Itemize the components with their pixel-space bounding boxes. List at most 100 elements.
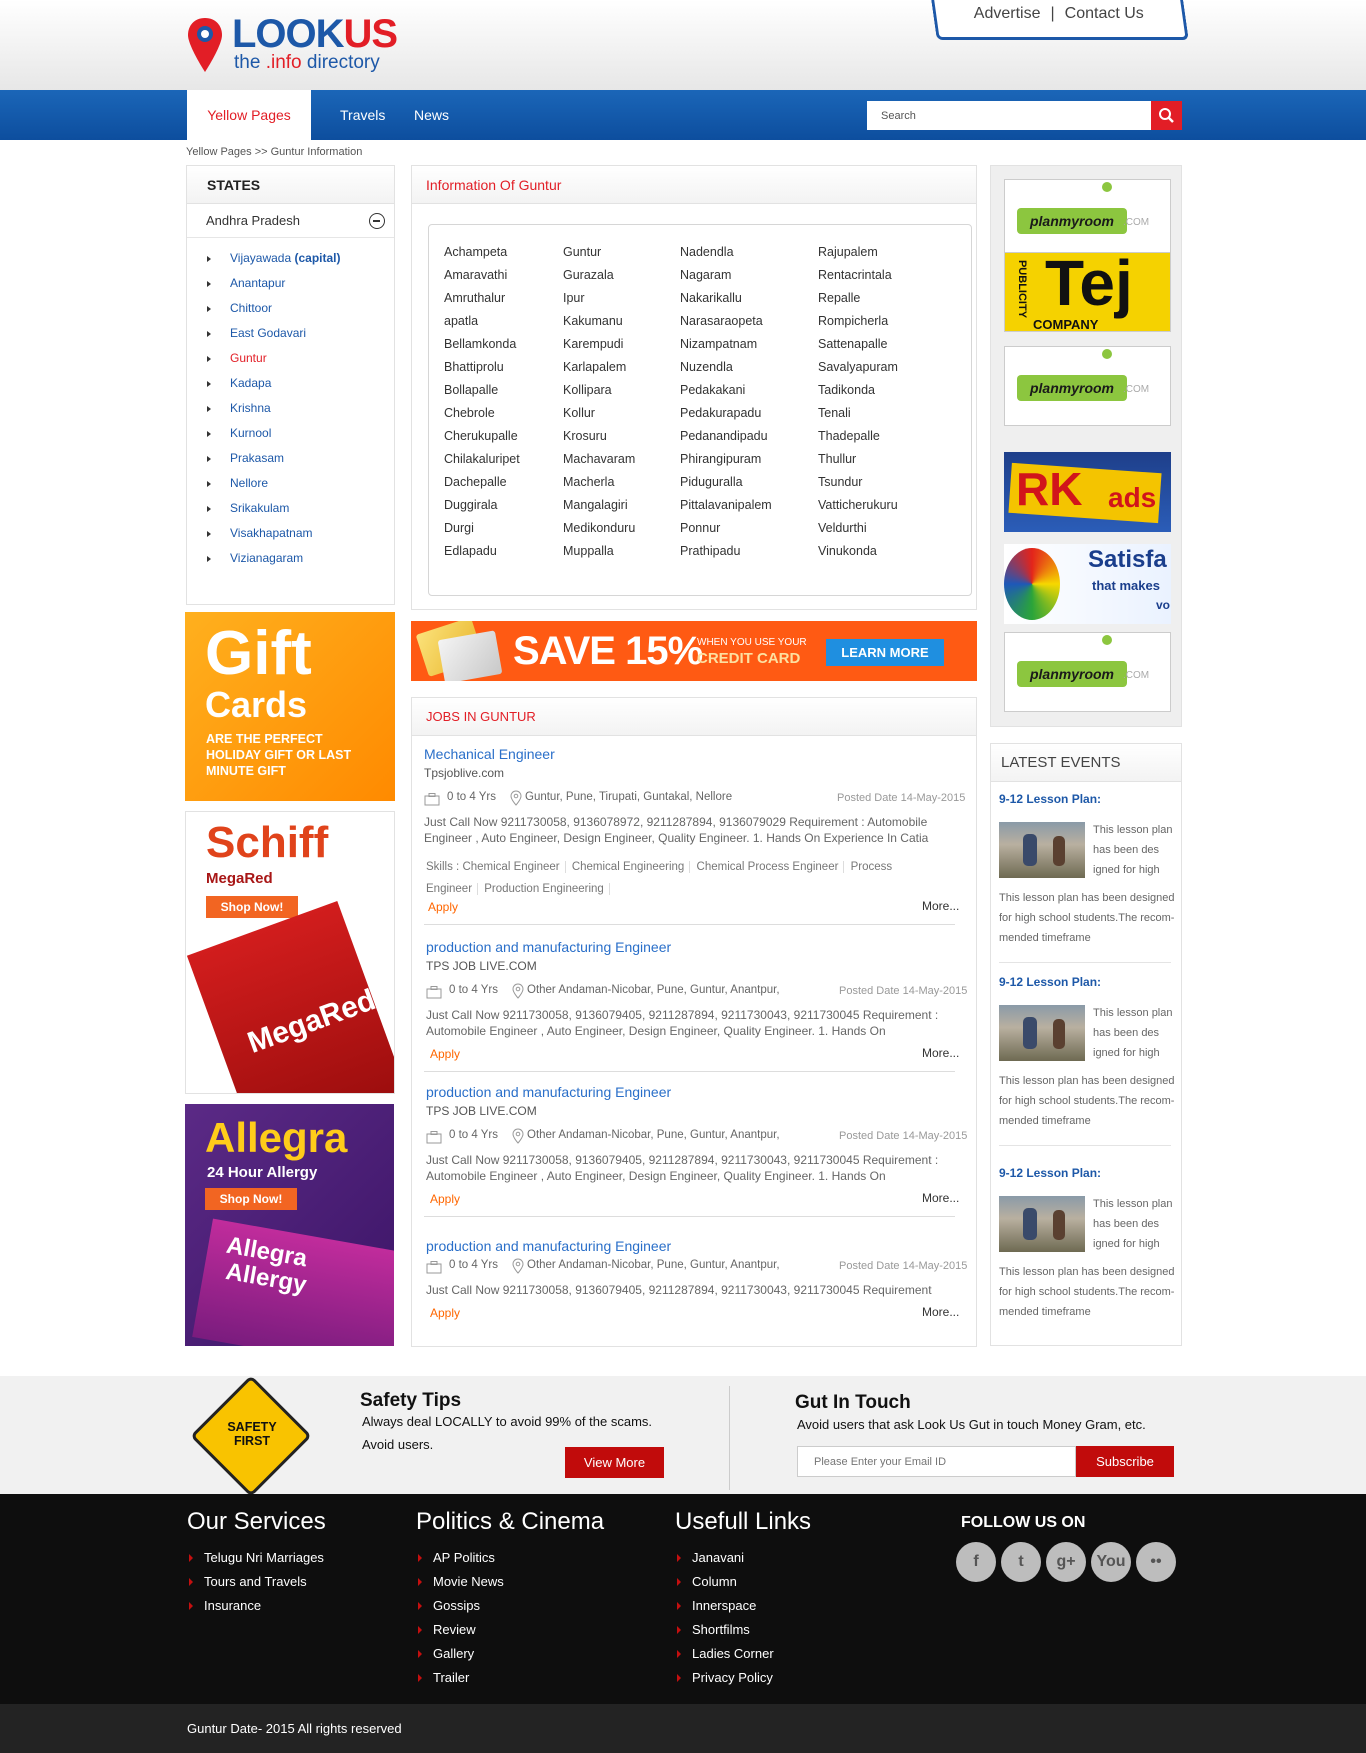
planmyroom-ad-2[interactable]: planmyroom .COM [1004,346,1171,426]
flickr-icon[interactable]: •• [1136,1542,1176,1582]
district-item[interactable]: Srikakulam [187,496,394,521]
district-item[interactable]: Prakasam [187,446,394,471]
locality-item[interactable]: Ipur [563,287,635,310]
locality-item[interactable]: Pedakurapadu [680,402,772,425]
locality-item[interactable]: Bhattiprolu [444,356,520,379]
footer-link[interactable]: Janavani [675,1546,774,1570]
subscribe-button[interactable]: Subscribe [1076,1446,1174,1477]
view-more-button[interactable]: View More [565,1447,664,1478]
district-item[interactable]: Vizianagaram [187,546,394,571]
district-item[interactable]: Chittoor [187,296,394,321]
locality-item[interactable]: Tenali [818,402,898,425]
locality-item[interactable]: Nadendla [680,241,772,264]
locality-item[interactable]: Narasaraopeta [680,310,772,333]
locality-item[interactable]: Cherukupalle [444,425,520,448]
event-title[interactable]: 9-12 Lesson Plan: [999,975,1179,989]
district-item[interactable]: Kadapa [187,371,394,396]
tej-publicity-ad[interactable]: PUBLICITY Tej COMPANY [1004,252,1171,332]
footer-link[interactable]: Shortfilms [675,1618,774,1642]
district-item[interactable]: Visakhapatnam [187,521,394,546]
tab-yellow-pages[interactable]: Yellow Pages [187,90,311,140]
locality-item[interactable]: Medikonduru [563,517,635,540]
schiff-ad[interactable]: Schiff MegaRed Shop Now! MegaRed [185,811,395,1094]
locality-item[interactable]: apatla [444,310,520,333]
district-item[interactable]: Nellore [187,471,394,496]
footer-link[interactable]: Ladies Corner [675,1642,774,1666]
footer-link[interactable]: Tours and Travels [187,1570,324,1594]
locality-item[interactable]: Rompicherla [818,310,898,333]
locality-item[interactable]: Rentacrintala [818,264,898,287]
locality-item[interactable]: Kakumanu [563,310,635,333]
skill-tag[interactable]: Chemical Process Engineer [696,861,845,873]
district-item[interactable]: Guntur [187,346,394,371]
locality-item[interactable]: Pedakakani [680,379,772,402]
more-link[interactable]: More... [922,899,959,913]
footer-link[interactable]: Insurance [187,1594,324,1618]
locality-item[interactable]: Macherla [563,471,635,494]
locality-item[interactable]: Vatticherukuru [818,494,898,517]
gift-cards-ad[interactable]: Gift Cards ARE THE PERFECT HOLIDAY GIFT … [185,612,395,801]
more-link[interactable]: More... [922,1191,959,1205]
event-item[interactable]: 9-12 Lesson Plan: This lesson plan has be… [999,975,1179,1145]
locality-item[interactable]: Durgi [444,517,520,540]
footer-link[interactable]: Innerspace [675,1594,774,1618]
locality-item[interactable]: Bollapalle [444,379,520,402]
skill-tag[interactable]: Chemical Engineer [462,861,566,873]
locality-item[interactable]: Veldurthi [818,517,898,540]
facebook-icon[interactable]: f [956,1542,996,1582]
tab-news[interactable]: News [414,90,449,140]
locality-item[interactable]: Achampeta [444,241,520,264]
locality-item[interactable]: Dachepalle [444,471,520,494]
locality-item[interactable]: Duggirala [444,494,520,517]
locality-item[interactable]: Savalyapuram [818,356,898,379]
planmyroom-ad-3[interactable]: planmyroom .COM [1004,632,1171,712]
rk-ads-ad[interactable]: RK ads [1004,452,1171,532]
collapse-icon[interactable] [369,213,385,229]
state-accordion-header[interactable]: Andhra Pradesh [187,204,394,238]
locality-item[interactable]: Chebrole [444,402,520,425]
event-title[interactable]: 9-12 Lesson Plan: [999,1166,1179,1180]
skill-tag[interactable]: Chemical Engineering [571,861,691,873]
planmyroom-ad[interactable]: planmyroom .COM [1004,179,1171,259]
district-item[interactable]: East Godavari [187,321,394,346]
locality-item[interactable]: Mangalagiri [563,494,635,517]
locality-item[interactable]: Phirangipuram [680,448,772,471]
site-logo[interactable]: LOOKUS the .info directory [186,12,416,76]
locality-item[interactable]: Piduguralla [680,471,772,494]
locality-item[interactable]: Nakarikallu [680,287,772,310]
district-item[interactable]: Anantapur [187,271,394,296]
footer-link[interactable]: Column [675,1570,774,1594]
locality-item[interactable]: Kollipara [563,379,635,402]
locality-item[interactable]: Krosuru [563,425,635,448]
locality-item[interactable]: Amaravathi [444,264,520,287]
contact-us-link[interactable]: Contact Us [1065,5,1144,22]
footer-link[interactable]: Gossips [416,1594,504,1618]
apply-link[interactable]: Apply [430,1047,460,1061]
locality-item[interactable]: Machavaram [563,448,635,471]
apply-link[interactable]: Apply [428,900,458,914]
locality-item[interactable]: Gurazala [563,264,635,287]
locality-item[interactable]: Pittalavanipalem [680,494,772,517]
event-title[interactable]: 9-12 Lesson Plan: [999,792,1179,806]
footer-link[interactable]: Telugu Nri Marriages [187,1546,324,1570]
youtube-icon[interactable]: You [1091,1542,1131,1582]
locality-item[interactable]: Karempudi [563,333,635,356]
schiff-shop-button[interactable]: Shop Now! [206,896,298,918]
search-input[interactable] [867,101,1154,130]
locality-item[interactable]: Kollur [563,402,635,425]
event-item[interactable]: 9-12 Lesson Plan: This lesson plan has be… [999,1166,1179,1336]
satisfaction-ad[interactable]: Satisfa that makes vo [1004,544,1171,624]
locality-item[interactable]: Ponnur [680,517,772,540]
email-input[interactable] [797,1446,1076,1477]
googleplus-icon[interactable]: g+ [1046,1542,1086,1582]
district-item[interactable]: Krishna [187,396,394,421]
district-item[interactable]: Vijayawada (capital) [187,246,394,271]
locality-item[interactable]: Prathipadu [680,540,772,563]
locality-item[interactable]: Edlapadu [444,540,520,563]
job-title[interactable]: production and manufacturing Engineer [426,1238,671,1254]
job-title[interactable]: production and manufacturing Engineer [426,939,671,955]
footer-link[interactable]: Privacy Policy [675,1666,774,1690]
locality-item[interactable]: Sattenapalle [818,333,898,356]
locality-item[interactable]: Guntur [563,241,635,264]
locality-item[interactable]: Repalle [818,287,898,310]
